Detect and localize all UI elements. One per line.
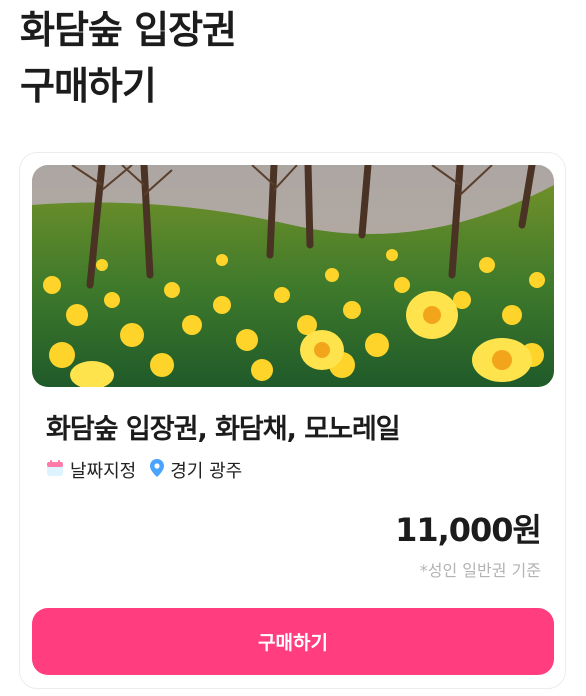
location-label: 경기 광주 (170, 461, 243, 482)
calendar-icon (46, 459, 70, 482)
buy-button[interactable]: 구매하기 (32, 608, 554, 675)
product-card[interactable]: 화담숲 입장권, 화담채, 모노레일 날짜지정 경기 광주 11,000원 *성… (19, 152, 566, 689)
product-image (32, 165, 554, 387)
product-meta: 날짜지정 경기 광주 (46, 457, 256, 483)
location-pin-icon (150, 458, 170, 482)
page-title: 화담숲 입장권 구매하기 (20, 2, 237, 114)
date-label: 날짜지정 (70, 461, 137, 482)
date-info: 날짜지정 (46, 457, 136, 483)
page-title-line2: 구매하기 (20, 64, 157, 108)
location-info: 경기 광주 (150, 457, 242, 483)
product-title: 화담숲 입장권, 화담채, 모노레일 (46, 414, 401, 445)
price: 11,000원 (395, 511, 542, 549)
page-title-line1: 화담숲 입장권 (20, 8, 237, 52)
price-note: *성인 일반권 기준 (419, 561, 541, 580)
